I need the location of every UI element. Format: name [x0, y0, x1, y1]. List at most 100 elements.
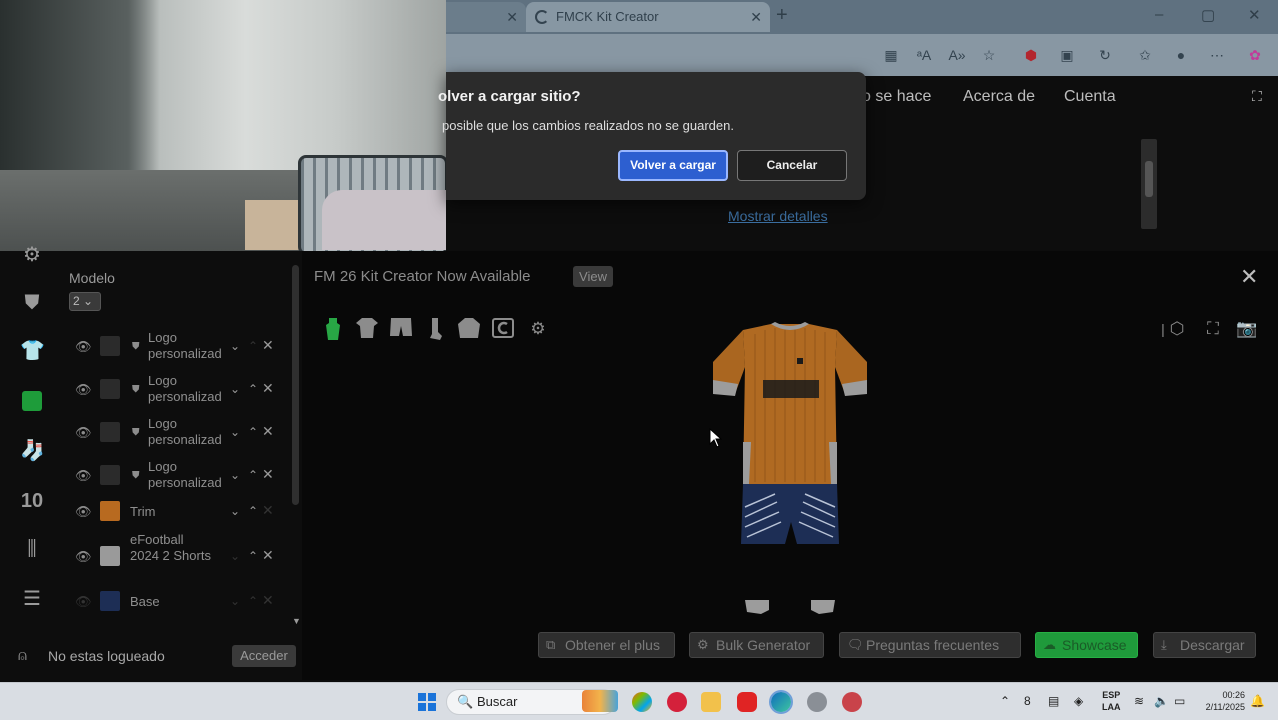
layers-scrollbar[interactable] — [292, 265, 299, 505]
tray-app-icon[interactable]: 8 — [1024, 694, 1031, 708]
volume-icon[interactable]: 🔈 — [1154, 694, 1169, 708]
sliders-icon[interactable]: ⫼ — [20, 537, 44, 561]
layer-color-swatch[interactable] — [100, 465, 120, 485]
maximize-button[interactable]: ▢ — [1201, 6, 1215, 24]
move-down-icon[interactable]: ⌄ — [230, 549, 240, 563]
shorts-tool-icon[interactable] — [390, 318, 412, 340]
camera-icon[interactable]: 📷 — [1236, 318, 1258, 340]
reload-button[interactable]: Volver a cargar — [618, 150, 728, 181]
number-icon[interactable]: 10 — [20, 489, 44, 513]
faq-button[interactable]: 🗨 Preguntas frecuentes — [839, 632, 1021, 658]
layer-row[interactable]: 👁 ⛊ Logo personalizad ⌄ ⌃ ✕ — [62, 373, 292, 405]
showcase-button[interactable]: ☁ Showcase — [1035, 632, 1138, 658]
battery-icon[interactable]: ▭ — [1174, 694, 1185, 708]
layer-color-swatch[interactable] — [100, 501, 120, 521]
move-down-icon[interactable]: ⌄ — [230, 339, 240, 353]
wifi-icon[interactable]: ≋ — [1134, 694, 1144, 708]
layer-row[interactable]: 👁 ⛊ Logo personalizad ⌄ ⌃ ✕ — [62, 330, 292, 362]
eye-icon[interactable]: 👁 — [75, 549, 92, 565]
steam-icon[interactable] — [807, 692, 827, 712]
kit-settings-gear-icon[interactable]: ⚙ — [527, 318, 549, 340]
grid-icon[interactable]: ▦ — [882, 46, 900, 64]
fullscreen-icon[interactable]: ⛶ — [1252, 88, 1262, 105]
close-window-button[interactable]: ✕ — [1248, 6, 1261, 24]
nav-link-about[interactable]: Acerca de — [963, 88, 1035, 106]
ar-view-icon[interactable]: ⛶ — [1202, 318, 1224, 340]
delete-layer-icon[interactable]: ✕ — [262, 337, 274, 354]
move-down-icon[interactable]: ⌄ — [230, 504, 240, 518]
scroll-down-arrow-icon[interactable]: ▼ — [292, 616, 301, 626]
file-explorer-icon[interactable] — [701, 692, 721, 712]
shirt-icon[interactable]: 👕 — [20, 339, 45, 363]
download-button[interactable]: ⤓ Descargar — [1153, 632, 1256, 658]
notification-bell-icon[interactable]: 🔔 — [1250, 694, 1265, 708]
windows-start-icon[interactable] — [418, 693, 436, 711]
kit-preview[interactable] — [705, 322, 875, 617]
delete-layer-icon[interactable]: ✕ — [262, 592, 274, 609]
layer-row[interactable]: 👁 ⛊ Logo personalizad ⌄ ⌃ ✕ — [62, 416, 292, 448]
modelo-select[interactable]: 2 ⌄ — [69, 292, 101, 311]
layer-color-swatch[interactable] — [100, 379, 120, 399]
shirt-front-tool-icon[interactable] — [322, 318, 344, 340]
nav-link-account[interactable]: Cuenta — [1064, 88, 1116, 106]
read-aloud-icon[interactable]: A» — [948, 46, 966, 64]
keyboard-language[interactable]: ESP LAA — [1102, 689, 1121, 713]
widgets-icon[interactable] — [582, 690, 618, 712]
banner-close-icon[interactable]: ✕ — [1240, 264, 1258, 290]
eye-icon[interactable]: 👁 — [75, 468, 92, 484]
move-down-icon[interactable]: ⌄ — [230, 382, 240, 396]
get-plus-button[interactable]: ⧉ Obtener el plus — [538, 632, 675, 658]
move-down-icon[interactable]: ⌄ — [230, 594, 240, 608]
cube-3d-icon[interactable]: ⬡ — [1166, 318, 1188, 340]
layer-row[interactable]: 👁 Trim ⌄ ⌃ ✕ — [62, 500, 292, 522]
edge-icon[interactable] — [769, 690, 793, 714]
layers-list-icon[interactable]: ☰ — [20, 587, 44, 611]
layer-row[interactable]: 👁 eFootball 2024 2 Shorts ⌄ ⌃ ✕ — [62, 532, 292, 580]
layer-row[interactable]: 👁 ⛊ Logo personalizad ⌄ ⌃ ✕ — [62, 459, 292, 491]
eye-icon[interactable]: 👁 — [75, 594, 92, 610]
browser-tab-active[interactable]: FMCK Kit Creator ✕ — [526, 2, 770, 32]
tab-close-icon[interactable]: ✕ — [506, 2, 518, 32]
tray-app-icon[interactable]: ▤ — [1048, 694, 1059, 708]
copilot-icon[interactable]: ✿ — [1246, 46, 1264, 64]
layer-color-swatch[interactable] — [100, 422, 120, 442]
opera-icon[interactable] — [667, 692, 687, 712]
delete-layer-icon[interactable]: ✕ — [262, 502, 274, 519]
delete-layer-icon[interactable]: ✕ — [262, 423, 274, 440]
delete-layer-icon[interactable]: ✕ — [262, 380, 274, 397]
move-down-icon[interactable]: ⌄ — [230, 425, 240, 439]
move-up-icon[interactable]: ⌃ — [248, 594, 258, 608]
sock-tool-icon[interactable] — [424, 318, 446, 340]
youtube-icon[interactable] — [737, 692, 757, 712]
eye-icon[interactable]: 👁 — [75, 425, 92, 441]
move-up-icon[interactable]: ⌃ — [248, 468, 258, 482]
new-tab-button[interactable]: + — [776, 4, 788, 27]
layer-color-swatch[interactable] — [100, 546, 120, 566]
collections-icon[interactable]: ✩ — [1136, 46, 1154, 64]
copilot-taskbar-icon[interactable] — [632, 692, 652, 712]
refresh-extension-icon[interactable]: ↻ — [1096, 46, 1114, 64]
tray-overflow-icon[interactable]: ⌃ — [1000, 694, 1010, 708]
tray-app-icon[interactable]: ◈ — [1074, 694, 1083, 708]
eye-icon[interactable]: 👁 — [75, 504, 92, 520]
scroll-thumb[interactable] — [1145, 161, 1153, 197]
move-up-icon[interactable]: ⌃ — [248, 339, 258, 353]
move-up-icon[interactable]: ⌃ — [248, 382, 258, 396]
layer-row[interactable]: 👁 Base ⌄ ⌃ ✕ — [62, 590, 292, 612]
translate-icon[interactable]: ᵃA — [915, 46, 933, 64]
sock-icon[interactable]: 🧦 — [20, 439, 45, 463]
tab-close-icon[interactable]: ✕ — [750, 2, 762, 32]
extension-shield-icon[interactable]: ⬢ — [1022, 46, 1040, 64]
profile-avatar-icon[interactable]: ● — [1172, 46, 1190, 64]
eye-icon[interactable]: 👁 — [75, 339, 92, 355]
nav-link-how-to[interactable]: o se hace — [862, 88, 931, 106]
delete-layer-icon[interactable]: ✕ — [262, 547, 274, 564]
badge-shield-icon[interactable]: ⛊ — [20, 291, 44, 315]
more-menu-icon[interactable]: ⋯ — [1208, 46, 1226, 64]
eye-icon[interactable]: 👁 — [75, 382, 92, 398]
cancel-button[interactable]: Cancelar — [737, 150, 847, 181]
show-details-link[interactable]: Mostrar detalles — [728, 208, 828, 224]
delete-layer-icon[interactable]: ✕ — [262, 466, 274, 483]
move-up-icon[interactable]: ⌃ — [248, 549, 258, 563]
extension-icon[interactable]: ▣ — [1058, 46, 1076, 64]
